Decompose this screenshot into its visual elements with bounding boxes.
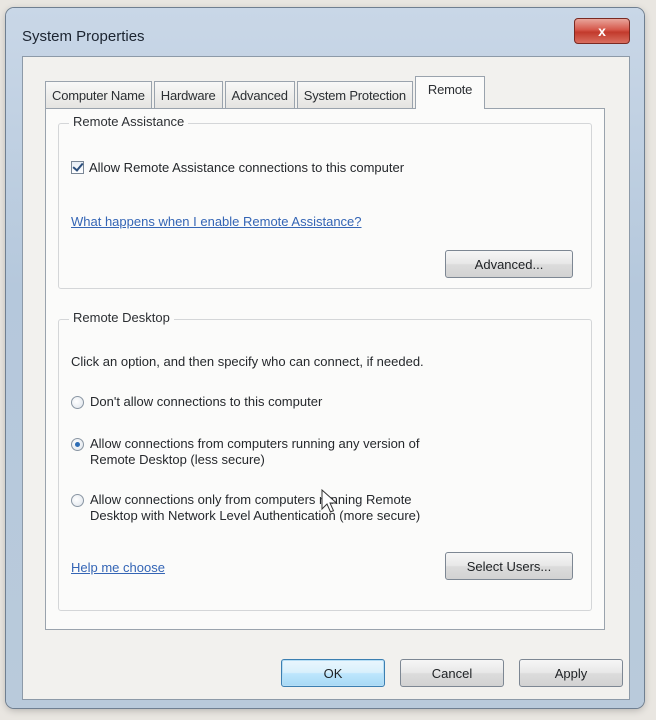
checkmark-icon [72,160,84,172]
window-title: System Properties [22,28,145,45]
select-users-button[interactable]: Select Users... [445,552,573,580]
radio-allow-nla-row[interactable]: Allow connections only from computers ru… [71,492,420,524]
radio-dont-allow-row[interactable]: Don't allow connections to this computer [71,394,322,410]
radio-allow-nla[interactable] [71,494,84,507]
remote-tab-panel: Remote Assistance Allow Remote Assistanc… [45,108,605,630]
radio-dont-allow-label: Don't allow connections to this computer [90,394,322,410]
remote-assistance-help-link[interactable]: What happens when I enable Remote Assist… [71,214,362,229]
radio-allow-any-version-label: Allow connections from computers running… [90,436,420,468]
remote-assistance-group: Remote Assistance Allow Remote Assistanc… [58,114,592,289]
ok-button[interactable]: OK [281,659,385,687]
tab-remote[interactable]: Remote [414,76,486,109]
allow-remote-assistance-checkbox[interactable] [71,160,84,174]
radio-allow-any-version[interactable] [71,438,84,451]
radio-selected-dot [75,442,80,447]
advanced-button[interactable]: Advanced... [445,250,573,278]
tab-advanced[interactable]: Advanced [224,81,295,109]
radio-allow-any-version-line1: Allow connections from computers running… [90,436,420,451]
remote-desktop-instructions: Click an option, and then specify who ca… [71,354,424,369]
radio-allow-nla-label: Allow connections only from computers ru… [90,492,420,524]
allow-remote-assistance-checkbox-row[interactable]: Allow Remote Assistance connections to t… [71,160,404,175]
close-button[interactable]: x [574,18,630,44]
close-icon: x [598,23,606,39]
remote-desktop-group-label: Remote Desktop [69,310,174,325]
cancel-button[interactable]: Cancel [400,659,504,687]
dialog-client-area: Computer Name Hardware Advanced System P… [22,56,630,700]
radio-allow-nla-line1: Allow connections only from computers ru… [90,492,412,507]
apply-button[interactable]: Apply [519,659,623,687]
allow-remote-assistance-label: Allow Remote Assistance connections to t… [89,160,405,175]
remote-desktop-group: Remote Desktop Click an option, and then… [58,310,592,611]
tab-hardware[interactable]: Hardware [153,81,223,109]
radio-allow-nla-line2: Desktop with Network Level Authenticatio… [90,508,421,523]
help-me-choose-link[interactable]: Help me choose [71,560,165,575]
remote-assistance-group-label: Remote Assistance [69,114,189,129]
title-bar[interactable]: System Properties x [6,8,644,56]
tab-system-protection[interactable]: System Protection [296,81,413,109]
tab-strip: Computer Name Hardware Advanced System P… [45,75,487,109]
system-properties-window: System Properties x Computer Name Hardwa… [6,8,644,708]
mouse-pointer-icon [321,489,338,513]
radio-allow-any-version-line2: Remote Desktop (less secure) [90,452,265,467]
tab-computer-name[interactable]: Computer Name [45,81,152,109]
radio-dont-allow-text: Don't allow connections to this computer [90,394,323,409]
radio-allow-any-version-row[interactable]: Allow connections from computers running… [71,436,420,468]
radio-dont-allow[interactable] [71,396,84,409]
